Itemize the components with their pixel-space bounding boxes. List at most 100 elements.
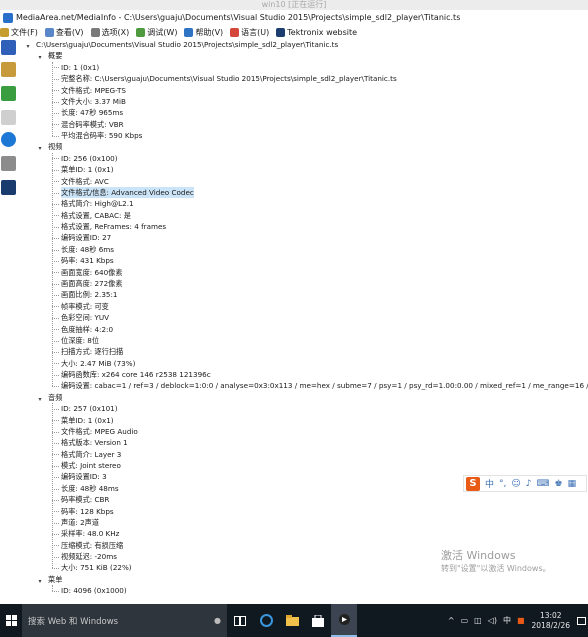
tree-item[interactable]: 码率模式: CBR (61, 494, 109, 505)
tree-connector (52, 431, 59, 433)
file-explorer-icon[interactable] (279, 604, 305, 637)
tree-item[interactable]: 长度: 47秒 965ms (61, 107, 123, 118)
tree-item[interactable]: 声道: 2声道 (61, 517, 99, 528)
tree-section[interactable]: ▾ 音频 (36, 392, 62, 403)
tree-item[interactable]: 编码设置: cabac=1 / ref=3 / deblock=1:0:0 / … (61, 380, 588, 391)
tree-item[interactable]: ID: 256 (0x100) (61, 153, 118, 164)
open-folder-icon[interactable] (1, 62, 16, 77)
menu-item-5[interactable]: 语言(U) (230, 27, 269, 38)
tree-section[interactable]: ▾ 概要 (36, 50, 62, 61)
clock[interactable]: 13:02 2018/2/26 (532, 611, 570, 631)
expand-arrow-icon[interactable]: ▾ (36, 396, 44, 404)
tree-item[interactable]: 编码函数库: x264 core 146 r2538 121396c (61, 369, 211, 380)
punctuation-icon[interactable]: °, (499, 479, 506, 489)
tree-item[interactable]: 长度: 48秒 48ms (61, 483, 119, 494)
left-toolbar (0, 39, 17, 604)
menu-item-label: 查看(V) (55, 27, 84, 37)
tree-item[interactable]: ID: 257 (0x101) (61, 403, 118, 414)
tree-item[interactable]: 混合码率模式: VBR (61, 119, 124, 130)
ime-mode-label[interactable]: 中 (485, 477, 494, 490)
tree-item[interactable]: ID: 4096 (0x1000) (61, 585, 127, 596)
knowledge-icon[interactable] (1, 156, 16, 171)
expand-arrow-icon[interactable]: ▾ (36, 578, 44, 586)
tree-item[interactable]: 码率: 431 Kbps (61, 255, 114, 266)
export-icon[interactable] (1, 86, 16, 101)
menu-item-4[interactable]: 帮助(V) (184, 27, 223, 38)
tree-section[interactable]: ▾ 视频 (36, 141, 62, 152)
tree-item[interactable]: 菜单ID: 1 (0x1) (61, 164, 114, 175)
sogou-logo-icon[interactable]: S (466, 476, 480, 491)
tree-item[interactable]: 格式简介: Layer 3 (61, 449, 121, 460)
tree-item[interactable]: ID: 1 (0x1) (61, 62, 99, 73)
notification-icon[interactable] (574, 604, 588, 637)
tree-item[interactable]: 平均混合码率: 590 Kbps (61, 130, 142, 141)
tree-item[interactable]: 格式版本: Version 1 (61, 437, 128, 448)
tree-item[interactable]: 压缩模式: 有损压缩 (61, 540, 123, 551)
volume-icon[interactable]: ◁) (488, 616, 497, 625)
start-button[interactable] (0, 604, 22, 637)
info-icon[interactable] (1, 132, 16, 147)
tree-item[interactable]: 格式设置, CABAC: 是 (61, 210, 131, 221)
tree-connector (52, 340, 59, 342)
tree-item[interactable]: 编码设置ID: 3 (61, 471, 107, 482)
tree-item[interactable]: 格式简介: High@L2.1 (61, 198, 134, 209)
tree-item[interactable]: 画面宽度: 640像素 (61, 267, 123, 278)
tree-item[interactable]: 色彩空间: YUV (61, 312, 109, 323)
tree-item[interactable]: 编码设置ID: 27 (61, 232, 111, 243)
tree-item[interactable]: 大小: 2.47 MiB (73%) (61, 358, 135, 369)
tektronix-icon[interactable] (1, 180, 16, 195)
ime-toolbar[interactable]: S 中 °, ☺ ♪ ⌨ ♚ ▦ (463, 475, 587, 492)
tree-item[interactable]: 模式: Joint stereo (61, 460, 121, 471)
expand-arrow-icon[interactable]: ▾ (24, 43, 32, 51)
tree-item[interactable]: 画面比例: 2.35:1 (61, 289, 117, 300)
skin-icon[interactable]: ♚ (555, 479, 563, 489)
display-icon[interactable]: ▭ (461, 616, 469, 625)
store-icon[interactable] (305, 604, 331, 637)
task-view-icon[interactable] (227, 604, 253, 637)
tree-item[interactable]: 视频延迟: -20ms (61, 551, 117, 562)
input-language[interactable]: 中 (503, 615, 511, 626)
tree-item[interactable]: 文件格式/信息: Advanced Video Codec (61, 186, 194, 198)
emoji-icon[interactable]: ☺ (511, 479, 520, 489)
expand-arrow-icon[interactable]: ▾ (36, 54, 44, 62)
menu-item-6[interactable]: Tektronix website (276, 27, 357, 37)
tree-connector (52, 67, 59, 69)
menu-item-0[interactable]: 文件(F) (0, 27, 38, 38)
tree-item[interactable]: 画面高度: 272像素 (61, 278, 123, 289)
open-file-icon[interactable] (1, 40, 16, 55)
tree-item[interactable]: 大小: 751 KiB (22%) (61, 562, 132, 573)
chevron-up-icon[interactable]: ^ (448, 616, 455, 625)
microphone-icon[interactable]: ● (214, 616, 221, 625)
tree-item[interactable]: 文件格式: MPEG-TS (61, 85, 126, 96)
tree-item[interactable]: 码率: 128 Kbps (61, 506, 114, 517)
voice-icon[interactable]: ♪ (526, 479, 532, 489)
expand-arrow-icon[interactable]: ▾ (36, 145, 44, 153)
tree-root[interactable]: ▾ C:\Users\guaju\Documents\Visual Studio … (24, 39, 338, 50)
tools-icon[interactable]: ▦ (568, 479, 577, 489)
tree-item[interactable]: 采样率: 48.0 KHz (61, 528, 119, 539)
tree-item[interactable]: 色度抽样: 4:2:0 (61, 324, 113, 335)
tree-item[interactable]: 帧率模式: 可变 (61, 301, 109, 312)
tree-item[interactable]: 长度: 48秒 6ms (61, 244, 114, 255)
sogou-tray-icon[interactable]: ■ (517, 616, 525, 625)
network-icon[interactable]: ◫ (474, 616, 482, 625)
keyboard-icon[interactable]: ⌨ (537, 479, 550, 489)
tree-connector (52, 61, 53, 136)
menu-item-2[interactable]: 选项(X) (90, 27, 129, 38)
tree-item[interactable]: 格式设置, ReFrames: 4 frames (61, 221, 166, 232)
tree-item[interactable]: 文件格式: MPEG Audio (61, 426, 138, 437)
tree-item[interactable]: 文件格式: AVC (61, 176, 109, 187)
options-icon[interactable] (1, 110, 16, 125)
tree-item[interactable]: 完整名称: C:\Users\guaju\Documents\Visual St… (61, 73, 397, 84)
tree-section[interactable]: ▾ 菜单 (36, 574, 62, 585)
taskbar-search[interactable]: 搜索 Web 和 Windows ● (22, 604, 227, 637)
watermark-line1: 激活 Windows (441, 549, 516, 562)
tree-item[interactable]: 位深度: 8位 (61, 335, 99, 346)
mediainfo-taskbar-icon[interactable] (331, 604, 357, 637)
menu-item-3[interactable]: 调试(W) (136, 27, 177, 38)
tree-item[interactable]: 扫描方式: 逐行扫描 (61, 346, 123, 357)
edge-icon[interactable] (253, 604, 279, 637)
tree-item[interactable]: 文件大小: 3.37 MiB (61, 96, 126, 107)
menu-item-1[interactable]: 查看(V) (44, 27, 84, 38)
tree-item[interactable]: 菜单ID: 1 (0x1) (61, 415, 114, 426)
